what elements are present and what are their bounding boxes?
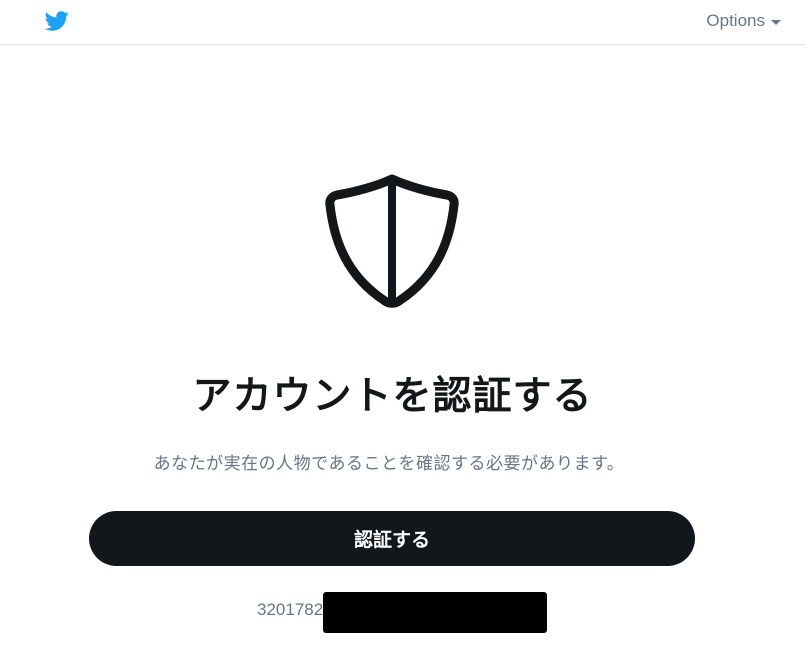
top-navigation-bar: Options (0, 0, 805, 45)
shield-icon (325, 174, 459, 308)
account-id-text: 3201782 (257, 600, 324, 619)
redaction-box (323, 592, 547, 633)
options-label: Options (706, 11, 765, 30)
page-subtitle: あなたが実在の人物であることを確認する必要があります。 (153, 454, 625, 474)
options-dropdown[interactable]: Options (706, 11, 781, 31)
page-title: アカウントを認証する (192, 374, 593, 419)
caret-down-icon (771, 19, 781, 25)
twitter-bird-icon[interactable] (43, 9, 71, 33)
verify-button[interactable]: 認証する (89, 511, 695, 566)
